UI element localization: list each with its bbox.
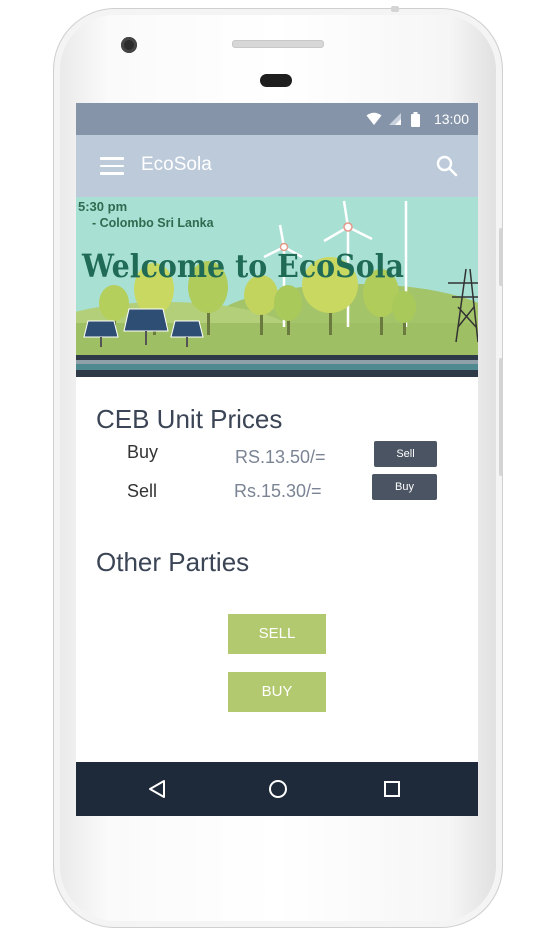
banner-location: - Colombo Sri Lanka <box>92 216 215 230</box>
navigation-bar <box>76 762 478 816</box>
other-sell-button[interactable]: SELL <box>228 614 326 654</box>
other-buy-button[interactable]: BUY <box>228 672 326 712</box>
front-camera <box>121 37 137 53</box>
screen: 13:00 EcoSola 5:30 pm - Colombo Sri Lank… <box>76 103 478 816</box>
battery-icon <box>411 112 420 127</box>
home-icon[interactable] <box>268 779 288 799</box>
status-bar: 13:00 <box>76 103 478 135</box>
wifi-icon <box>366 112 382 125</box>
power-button <box>499 228 503 286</box>
back-icon[interactable] <box>148 779 166 799</box>
welcome-banner: 5:30 pm - Colombo Sri Lanka Welcome to E… <box>76 197 478 377</box>
app-title: EcoSola <box>141 154 212 175</box>
ceb-heading: CEB Unit Prices <box>96 404 283 434</box>
top-button <box>391 6 399 12</box>
volume-button <box>499 358 503 476</box>
earpiece-speaker <box>232 40 324 48</box>
signal-icon <box>389 113 401 125</box>
ceb-buy-button[interactable]: Buy <box>372 474 437 500</box>
ceb-buy-label: Buy <box>127 442 159 462</box>
ceb-sell-label: Sell <box>127 481 158 501</box>
search-icon[interactable] <box>436 155 458 177</box>
status-time: 13:00 <box>433 111 469 127</box>
other-parties-heading: Other Parties <box>96 547 250 577</box>
banner-time: 5:30 pm <box>78 199 127 214</box>
ceb-sell-button[interactable]: Sell <box>374 441 437 467</box>
ceb-buy-price: RS.13.50/= <box>235 447 326 467</box>
ceb-sell-price: Rs.15.30/= <box>234 481 322 501</box>
app-bar: EcoSola <box>76 135 478 197</box>
proximity-sensor <box>260 74 292 87</box>
hamburger-menu-icon[interactable] <box>100 157 124 175</box>
recents-icon[interactable] <box>383 780 401 798</box>
welcome-text: Welcome to EcoSola <box>81 247 404 285</box>
